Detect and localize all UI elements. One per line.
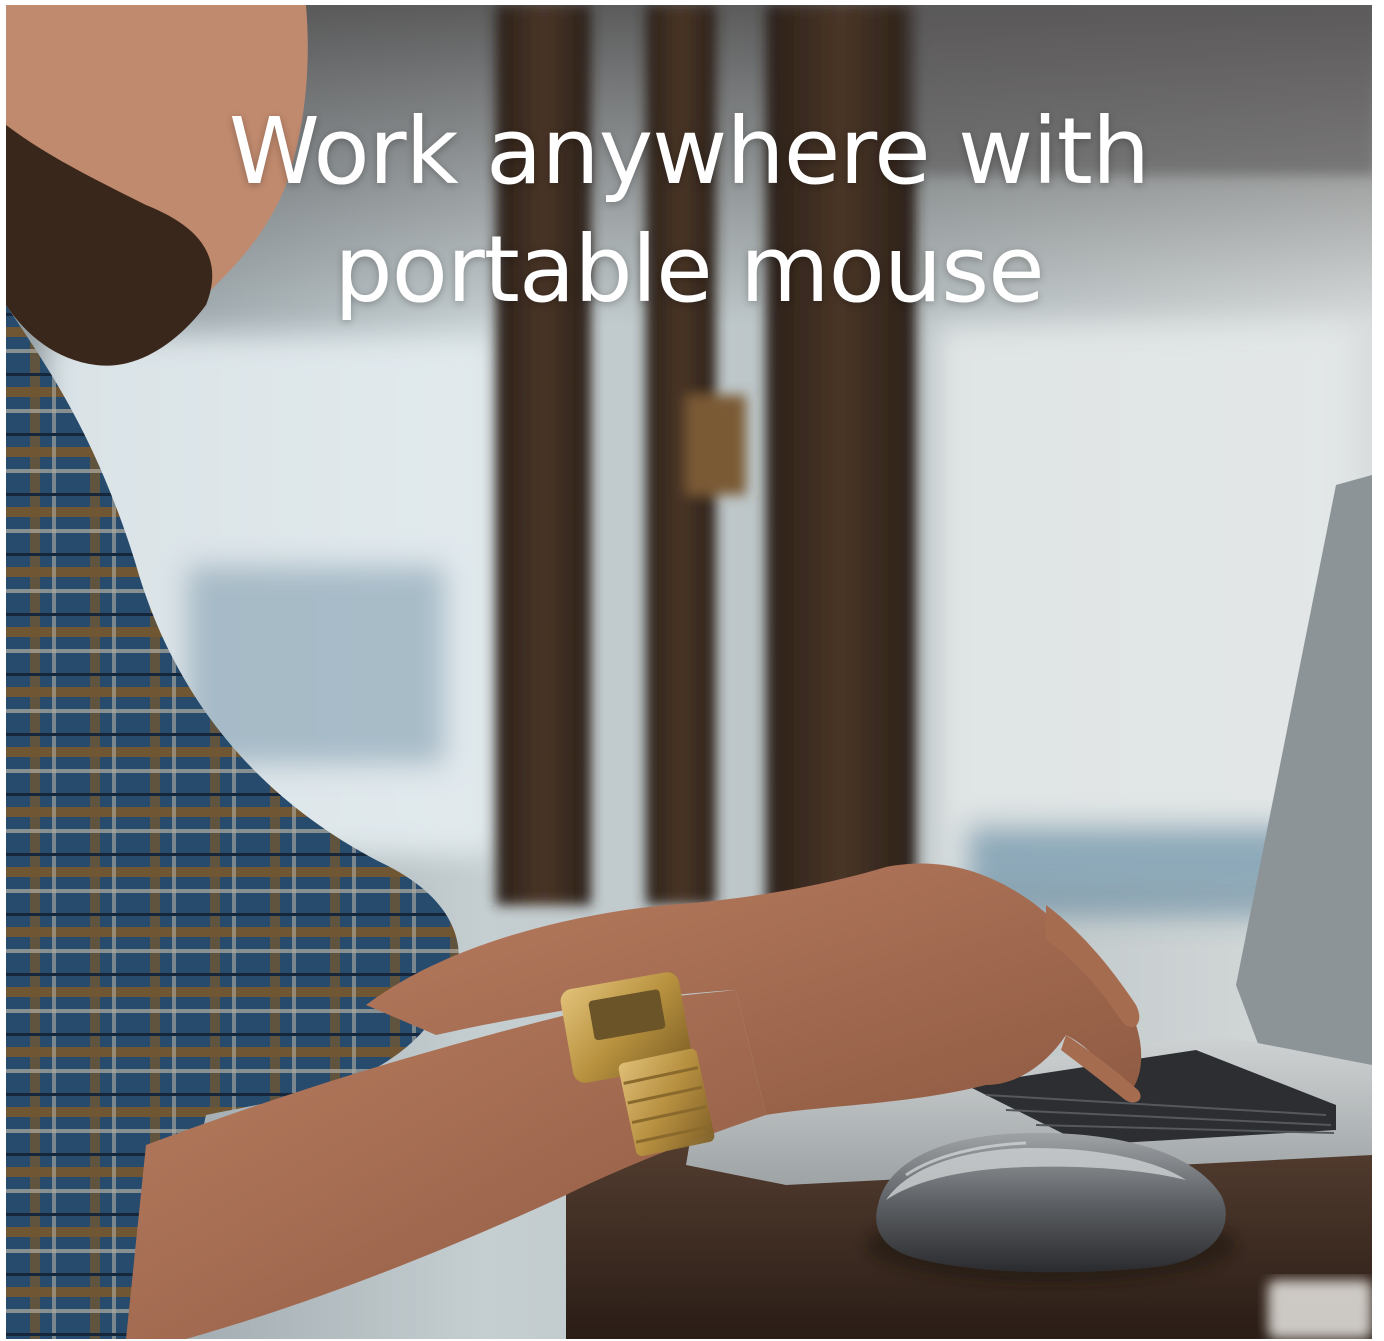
desk-object (1268, 1280, 1372, 1339)
headline-line-1: Work anywhere with (228, 98, 1150, 205)
headline-line-2: portable mouse (334, 216, 1045, 323)
headline: Work anywhere with portable mouse (6, 93, 1372, 329)
product-image-frame: Work anywhere with portable mouse (6, 5, 1372, 1339)
